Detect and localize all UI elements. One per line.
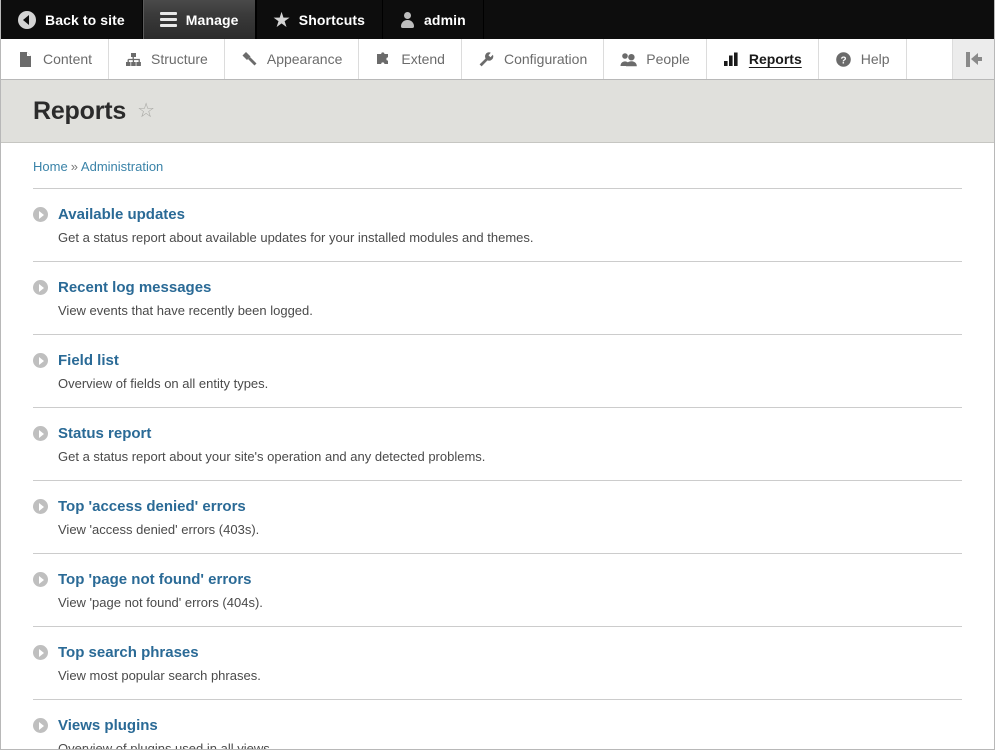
star-outline-icon[interactable]: ☆ <box>137 101 155 121</box>
report-link-views-plugins[interactable]: Views plugins <box>33 717 962 734</box>
report-description: Get a status report about your site's op… <box>58 449 486 464</box>
chevron-right-circle-icon <box>33 353 48 368</box>
report-link-recent-log-messages[interactable]: Recent log messages <box>33 279 962 296</box>
report-title: Status report <box>58 425 152 442</box>
list-item: Top 'access denied' errors View 'access … <box>33 481 962 554</box>
report-description: Get a status report about available upda… <box>58 230 534 245</box>
report-description: View most popular search phrases. <box>58 668 261 683</box>
list-item: Field list Overview of fields on all ent… <box>33 335 962 408</box>
people-icon <box>620 51 638 68</box>
shortcuts-tab[interactable]: ★ Shortcuts <box>257 0 384 39</box>
report-title: Field list <box>58 352 119 369</box>
reports-list: Available updates Get a status report ab… <box>33 188 962 750</box>
list-item: Views plugins Overview of plugins used i… <box>33 700 962 750</box>
report-title: Views plugins <box>58 717 158 734</box>
puzzle-piece-icon <box>375 51 392 68</box>
svg-text:?: ? <box>840 55 846 66</box>
chevron-right-circle-icon <box>33 718 48 733</box>
document-icon <box>17 51 34 68</box>
report-description: Overview of plugins used in all views. <box>58 741 274 750</box>
list-item: Top 'page not found' errors View 'page n… <box>33 554 962 627</box>
menu-spacer <box>907 39 953 79</box>
menu-item-extend[interactable]: Extend <box>359 39 462 79</box>
page-header: Reports ☆ <box>1 80 994 143</box>
chevron-right-circle-icon <box>33 426 48 441</box>
menu-label-help: Help <box>860 51 890 67</box>
menu-item-help[interactable]: ? Help <box>819 39 907 79</box>
collapse-toolbar-button[interactable] <box>953 39 994 79</box>
report-description: Overview of fields on all entity types. <box>58 376 269 391</box>
menu-item-appearance[interactable]: Appearance <box>225 39 360 79</box>
menu-item-structure[interactable]: Structure <box>109 39 225 79</box>
breadcrumb: Home» Administration <box>33 143 962 188</box>
report-description: View 'page not found' errors (404s). <box>58 595 263 610</box>
manage-label: Manage <box>185 11 239 28</box>
list-item: Recent log messages View events that hav… <box>33 262 962 335</box>
breadcrumb-link-home[interactable]: Home <box>33 159 68 174</box>
admin-page: Back to site Manage ★ Shortcuts admin Co… <box>0 0 995 750</box>
report-link-field-list[interactable]: Field list <box>33 352 962 369</box>
star-filled-icon: ★ <box>273 9 290 30</box>
report-title: Top 'access denied' errors <box>58 498 246 515</box>
breadcrumb-link-administration[interactable]: Administration <box>81 159 163 174</box>
manage-tab[interactable]: Manage <box>142 0 257 39</box>
menu-label-reports: Reports <box>748 51 802 67</box>
list-item: Available updates Get a status report ab… <box>33 189 962 262</box>
admin-toolbar: Back to site Manage ★ Shortcuts admin <box>1 0 994 39</box>
chevron-right-circle-icon <box>33 499 48 514</box>
hamburger-menu-icon <box>159 12 177 27</box>
user-account-icon <box>400 11 415 28</box>
bar-chart-icon <box>723 51 740 68</box>
back-to-site-label: Back to site <box>45 11 125 28</box>
menu-label-structure: Structure <box>151 51 208 67</box>
menu-label-configuration: Configuration <box>503 51 588 67</box>
report-title: Recent log messages <box>58 279 212 296</box>
menu-label-content: Content <box>43 51 93 67</box>
sitemap-icon <box>125 51 142 68</box>
menu-item-people[interactable]: People <box>604 39 707 79</box>
report-link-top-search-phrases[interactable]: Top search phrases <box>33 644 962 661</box>
list-item: Top search phrases View most popular sea… <box>33 627 962 700</box>
chevron-right-circle-icon <box>33 280 48 295</box>
chevron-right-circle-icon <box>33 572 48 587</box>
back-arrow-circle-icon <box>18 10 36 29</box>
shortcuts-label: Shortcuts <box>298 11 366 28</box>
report-title: Top search phrases <box>58 644 199 661</box>
page-title: Reports <box>33 96 127 125</box>
collapse-toolbar-icon <box>965 51 982 67</box>
page-content: Home» Administration Available updates Ge… <box>1 143 994 750</box>
report-link-available-updates[interactable]: Available updates <box>33 206 962 223</box>
chevron-right-circle-icon <box>33 207 48 222</box>
report-link-top-page-not-found-errors[interactable]: Top 'page not found' errors <box>33 571 962 588</box>
question-circle-icon: ? <box>835 51 852 68</box>
report-title: Top 'page not found' errors <box>58 571 252 588</box>
menu-label-appearance: Appearance <box>266 51 343 67</box>
list-item: Status report Get a status report about … <box>33 408 962 481</box>
report-link-status-report[interactable]: Status report <box>33 425 962 442</box>
menu-item-configuration[interactable]: Configuration <box>462 39 605 79</box>
report-title: Available updates <box>58 206 185 223</box>
wrench-icon <box>478 51 495 68</box>
menu-item-reports[interactable]: Reports <box>707 39 819 79</box>
admin-menu-bar: Content Structure Appearance Extend Conf… <box>1 39 994 80</box>
user-account-tab[interactable]: admin <box>383 0 484 39</box>
report-description: View 'access denied' errors (403s). <box>58 522 260 537</box>
breadcrumb-separator: » <box>70 159 78 174</box>
back-to-site-button[interactable]: Back to site <box>1 0 143 39</box>
paintbrush-icon <box>241 51 258 68</box>
user-account-label: admin <box>424 11 466 28</box>
menu-item-content[interactable]: Content <box>1 39 110 79</box>
report-description: View events that have recently been logg… <box>58 303 313 318</box>
chevron-right-circle-icon <box>33 645 48 660</box>
menu-label-people: People <box>646 51 690 67</box>
menu-label-extend: Extend <box>401 51 445 67</box>
report-link-top-access-denied-errors[interactable]: Top 'access denied' errors <box>33 498 962 515</box>
